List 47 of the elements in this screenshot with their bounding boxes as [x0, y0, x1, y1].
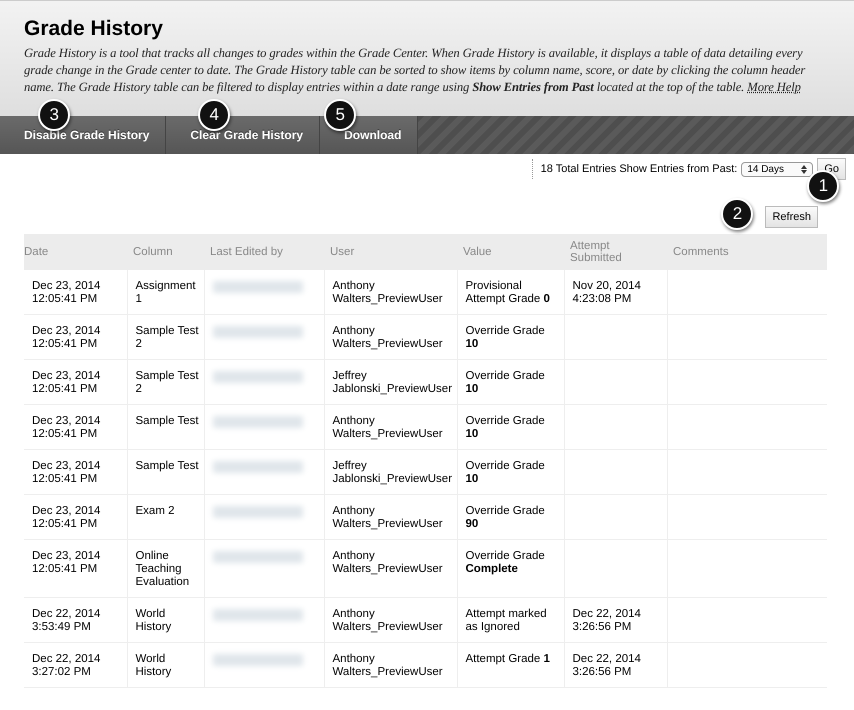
table-cell: Override Grade 10: [466, 415, 545, 440]
table-cell: Dec 23, 2014 12:05:41 PM: [32, 370, 100, 395]
refresh-button[interactable]: Refresh: [765, 206, 818, 228]
more-help-link[interactable]: More Help: [747, 80, 801, 94]
table-cell: Anthony Walters_PreviewUser: [332, 608, 443, 633]
table-cell: World History: [136, 653, 172, 678]
table-cell: Anthony Walters_PreviewUser: [332, 415, 443, 440]
table-cell: World History: [136, 608, 172, 633]
table-cell: Sample Test: [136, 460, 199, 472]
table-cell: Override Grade 90: [466, 505, 545, 530]
table-cell: Sample Test 2: [136, 325, 199, 350]
table-cell: Sample Test: [136, 415, 199, 427]
table-cell: Assignment 1: [136, 280, 196, 305]
page-title: Grade History: [24, 17, 164, 41]
table-cell: Anthony Walters_PreviewUser: [332, 280, 443, 305]
description-text: Grade History is a tool that tracks all changes to grades within the Grade Center. When Grade History is available, it displays a table of data detailing every grade change in the Grade center to date. The Grade History table can be sorted to show items by column name, score, or date by clicking the column header name. The Grade History table can be filtered to display entries within a date range using Show Entries from Past located at the top of the table. More Help: [24, 45, 806, 96]
entries-filter-label: 18 Total Entries Show Entries from Past:: [532, 159, 738, 179]
table-cell: Attempt marked as Ignored: [466, 608, 547, 633]
table-cell: Dec 23, 2014 12:05:41 PM: [32, 550, 100, 575]
table-cell: Anthony Walters_PreviewUser: [332, 550, 443, 575]
table-cell: Override Grade 10: [466, 325, 545, 350]
table-cell: Provisional Attempt Grade 0: [466, 280, 550, 305]
table-cell: Anthony Walters_PreviewUser: [332, 505, 443, 530]
table-cell: Dec 22, 2014 3:27:02 PM: [32, 653, 100, 678]
table-cell: Dec 22, 2014 3:26:56 PM: [572, 653, 641, 678]
table-cell: Dec 23, 2014 12:05:41 PM: [32, 505, 100, 530]
table-cell: Anthony Walters_PreviewUser: [332, 653, 443, 678]
table-cell: Dec 23, 2014 12:05:41 PM: [32, 325, 100, 350]
table-cell: Dec 23, 2014 12:05:41 PM: [32, 415, 100, 440]
table-cell: Anthony Walters_PreviewUser: [332, 325, 443, 350]
table-cell: Jeffrey Jablonski_PreviewUser: [332, 460, 452, 485]
table-cell: Nov 20, 2014 4:23:08 PM: [572, 280, 641, 305]
table-cell: Dec 22, 2014 3:53:49 PM: [32, 608, 100, 633]
table-cell: Online Teaching Evaluation: [136, 550, 190, 588]
callout-number: 2: [721, 198, 754, 230]
date-range-select[interactable]: 14 Days: [741, 162, 814, 176]
table-cell: Sample Test 2: [136, 370, 199, 395]
table-cell: Attempt Grade 1: [466, 653, 550, 665]
table-cell: Dec 23, 2014 12:05:41 PM: [32, 460, 100, 485]
table-cell: Exam 2: [136, 505, 174, 517]
select-arrows-icon: [801, 164, 808, 174]
table-cell: Override Grade Complete: [466, 550, 545, 575]
table-cell: Override Grade 10: [466, 460, 545, 485]
table-cell: Override Grade 10: [466, 370, 545, 395]
table-cell: Jeffrey Jablonski_PreviewUser: [332, 370, 452, 395]
table-cell: Dec 23, 2014 12:05:41 PM: [32, 280, 100, 305]
table-cell: Dec 22, 2014 3:26:56 PM: [572, 608, 641, 633]
